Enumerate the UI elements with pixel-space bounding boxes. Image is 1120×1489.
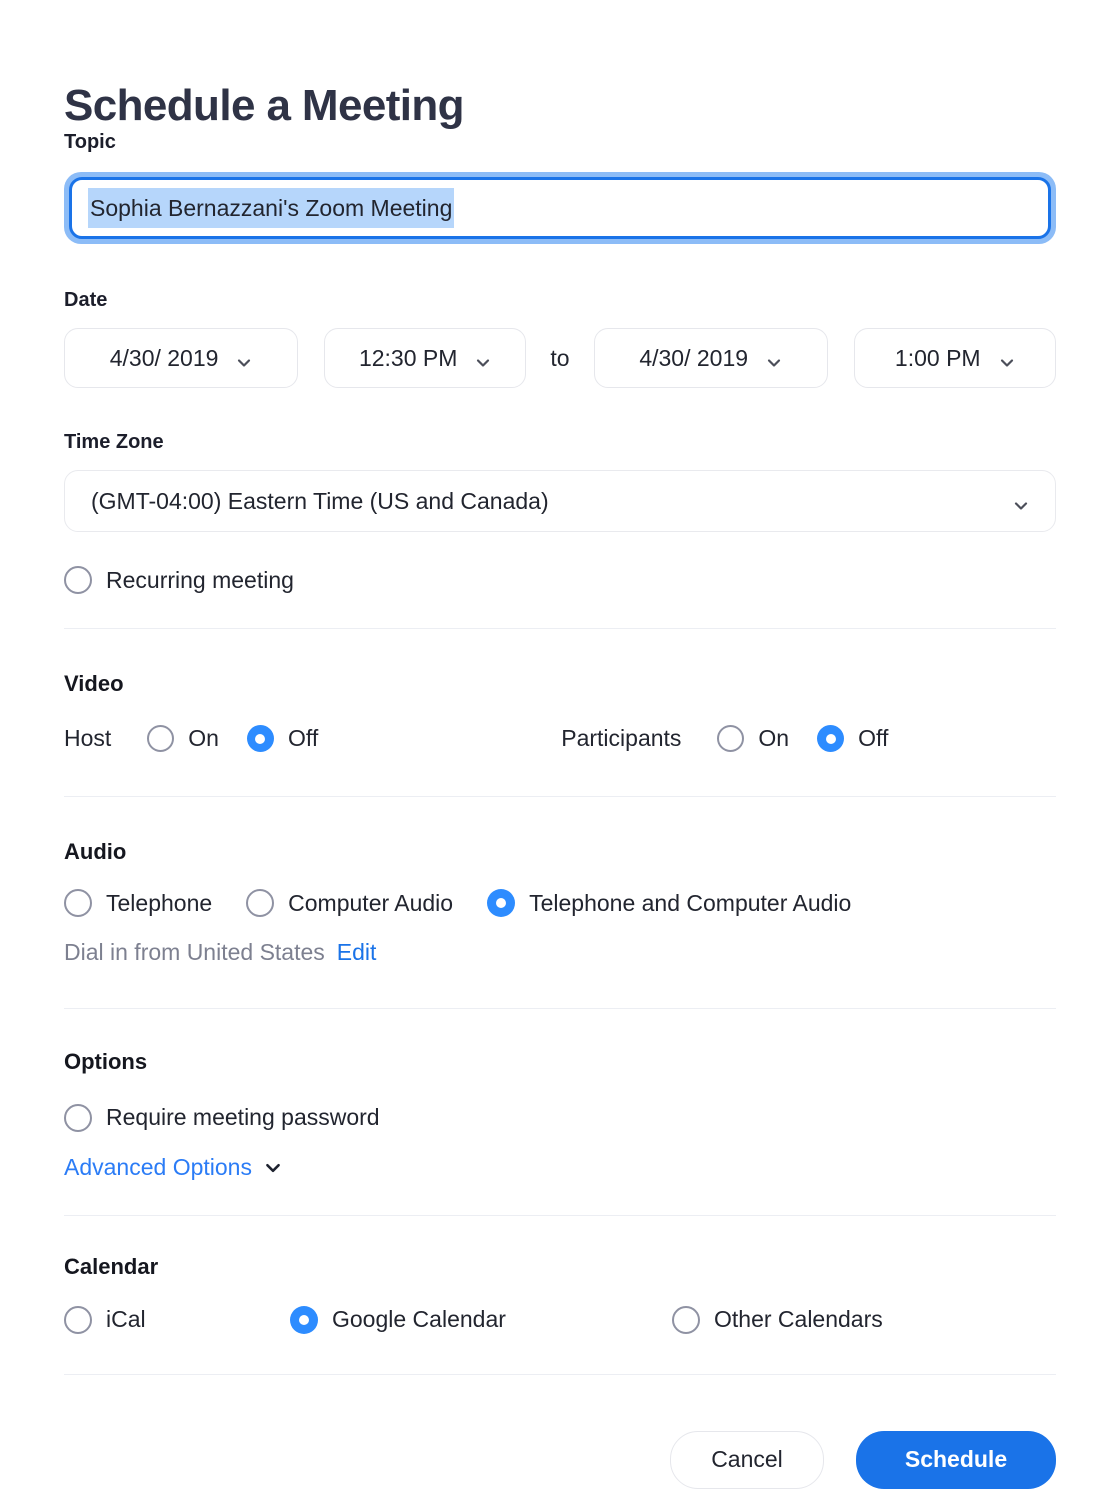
date-range-separator: to <box>550 344 570 371</box>
start-time-select[interactable]: 12:30 PM <box>323 328 527 389</box>
video-participants-on-radio[interactable] <box>717 725 745 753</box>
dial-in-text: Dial in from United States <box>64 939 325 966</box>
date-label: Date <box>64 289 108 312</box>
timezone-select[interactable]: (GMT-04:00) Eastern Time (US and Canada) <box>64 470 1056 533</box>
require-password-label: Require meeting password <box>106 1104 380 1131</box>
chevron-down-icon <box>1013 493 1029 510</box>
timezone-label: Time Zone <box>64 431 164 454</box>
calendar-google-radio[interactable] <box>290 1305 318 1334</box>
video-participants-off-option[interactable]: Off <box>817 725 889 753</box>
calendar-options-row: iCal Google Calendar Other Calendars <box>64 1305 1056 1334</box>
chevron-down-icon <box>264 1159 280 1175</box>
schedule-button[interactable]: Schedule <box>856 1430 1056 1489</box>
chevron-down-icon <box>999 350 1015 367</box>
audio-heading: Audio <box>64 838 127 864</box>
end-time-select[interactable]: 1:00 PM <box>853 328 1056 389</box>
calendar-heading: Calendar <box>64 1253 159 1279</box>
video-host-on-label: On <box>188 725 219 752</box>
topic-field-wrapper: Sophia Bernazzani's Zoom Meeting <box>64 172 1056 245</box>
timezone-value: (GMT-04:00) Eastern Time (US and Canada) <box>91 487 549 514</box>
video-host-off-option[interactable]: Off <box>246 725 319 753</box>
audio-both-option[interactable]: Telephone and Computer Audio <box>487 889 852 918</box>
calendar-google-label: Google Calendar <box>332 1306 506 1333</box>
audio-telephone-label: Telephone <box>106 889 213 916</box>
advanced-options-label: Advanced Options <box>64 1153 252 1180</box>
video-host-label: Host <box>64 725 112 752</box>
cancel-button[interactable]: Cancel <box>670 1430 824 1489</box>
recurring-meeting-label: Recurring meeting <box>106 566 294 593</box>
audio-options-row: Telephone Computer Audio Telephone and C… <box>64 889 1056 918</box>
video-host-off-radio[interactable] <box>246 725 274 753</box>
topic-input[interactable] <box>69 177 1051 240</box>
calendar-google-option[interactable]: Google Calendar <box>290 1305 672 1334</box>
audio-telephone-option[interactable]: Telephone <box>64 889 213 918</box>
date-row: 4/30/ 2019 12:30 PM to 4/30/ 2019 1:00 P… <box>64 328 1056 389</box>
video-participants-label: Participants <box>561 725 682 752</box>
video-heading: Video <box>64 671 124 697</box>
options-heading: Options <box>64 1049 148 1075</box>
divider <box>64 1373 1056 1375</box>
chevron-down-icon <box>766 350 782 367</box>
audio-telephone-radio[interactable] <box>64 889 92 918</box>
dialog-footer: Cancel Schedule <box>64 1430 1056 1489</box>
audio-both-label: Telephone and Computer Audio <box>529 889 852 916</box>
end-time-value: 1:00 PM <box>894 344 981 371</box>
divider <box>64 1214 1056 1216</box>
video-participants-off-label: Off <box>858 725 889 752</box>
video-participants-on-label: On <box>758 725 790 752</box>
dial-in-edit-link[interactable]: Edit <box>337 939 377 966</box>
dial-in-row: Dial in from United States Edit <box>64 939 1056 966</box>
calendar-other-radio[interactable] <box>672 1305 700 1334</box>
end-date-value: 4/30/ 2019 <box>639 344 749 371</box>
chevron-down-icon <box>475 350 491 367</box>
divider <box>64 1008 1056 1010</box>
page-title: Schedule a Meeting <box>64 81 465 130</box>
video-host-on-option[interactable]: On <box>147 725 219 753</box>
audio-computer-option[interactable]: Computer Audio <box>246 889 454 918</box>
calendar-other-option[interactable]: Other Calendars <box>672 1305 883 1334</box>
start-date-value: 4/30/ 2019 <box>109 344 219 371</box>
video-row: Host On Off Participants On Off <box>64 722 1056 756</box>
require-password-checkbox[interactable] <box>64 1103 92 1132</box>
video-participants-on-option[interactable]: On <box>717 725 790 753</box>
calendar-ical-option[interactable]: iCal <box>64 1305 290 1334</box>
topic-label: Topic <box>64 131 116 154</box>
video-host-off-label: Off <box>287 725 319 752</box>
require-password-row[interactable]: Require meeting password <box>64 1103 1056 1132</box>
calendar-ical-label: iCal <box>106 1306 146 1333</box>
audio-computer-label: Computer Audio <box>288 889 454 916</box>
chevron-down-icon <box>236 350 252 367</box>
audio-computer-radio[interactable] <box>246 889 275 918</box>
divider <box>64 628 1056 630</box>
recurring-meeting-checkbox[interactable] <box>64 566 92 595</box>
advanced-options-toggle[interactable]: Advanced Options <box>64 1154 1056 1181</box>
calendar-other-label: Other Calendars <box>714 1306 883 1333</box>
recurring-meeting-row[interactable]: Recurring meeting <box>64 566 1056 595</box>
start-date-select[interactable]: 4/30/ 2019 <box>64 328 299 389</box>
end-date-select[interactable]: 4/30/ 2019 <box>593 328 828 389</box>
video-participants-off-radio[interactable] <box>817 725 845 753</box>
audio-both-radio[interactable] <box>487 889 516 918</box>
video-host-on-radio[interactable] <box>147 725 175 753</box>
start-time-value: 12:30 PM <box>358 344 458 371</box>
calendar-ical-radio[interactable] <box>64 1305 92 1334</box>
divider <box>64 795 1056 797</box>
schedule-meeting-dialog: Schedule a Meeting Topic Sophia Bernazza… <box>0 0 1120 1489</box>
